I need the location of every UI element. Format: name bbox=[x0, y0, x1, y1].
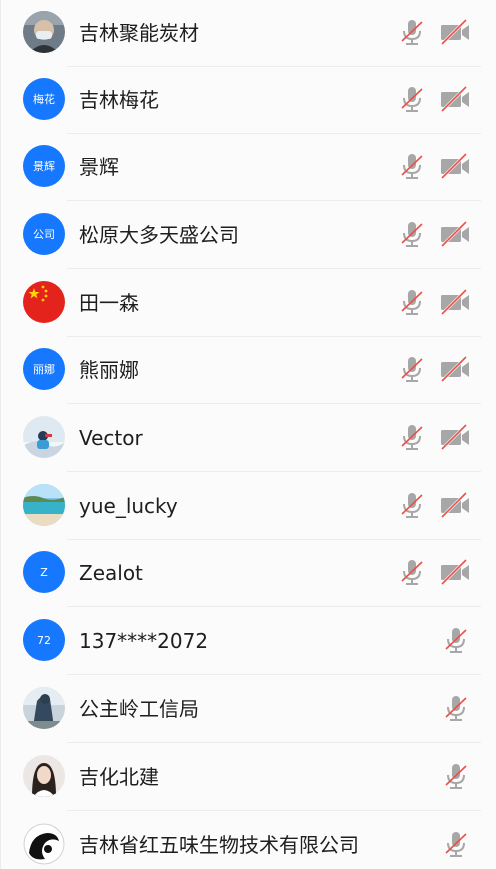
avatar bbox=[23, 416, 65, 458]
participant-name: 吉林聚能炭材 bbox=[79, 21, 199, 45]
participant-name: 田一森 bbox=[79, 291, 139, 315]
participant-list: 吉林聚能炭材 梅花 吉林梅花 景辉 景辉 公司 松原大多天盛公司 田一森 丽娜 … bbox=[0, 0, 496, 869]
participant-row[interactable]: 吉林聚能炭材 bbox=[1, 0, 496, 67]
participant-name: 景辉 bbox=[79, 155, 119, 179]
avatar bbox=[23, 823, 65, 865]
camera-off-icon[interactable] bbox=[439, 354, 471, 384]
participant-name: Zealot bbox=[79, 561, 143, 585]
avatar: 72 bbox=[23, 619, 65, 661]
avatar bbox=[23, 11, 65, 53]
camera-off-icon[interactable] bbox=[439, 84, 471, 114]
mic-muted-icon[interactable] bbox=[441, 625, 471, 655]
participant-row[interactable]: 丽娜 熊丽娜 bbox=[1, 336, 496, 404]
participant-name: yue_lucky bbox=[79, 494, 178, 518]
participant-row[interactable]: 公司 松原大多天盛公司 bbox=[1, 201, 496, 269]
mic-muted-icon[interactable] bbox=[397, 354, 427, 384]
participant-row[interactable]: Vector bbox=[1, 404, 496, 472]
mic-muted-icon[interactable] bbox=[397, 287, 427, 317]
participant-name: 137****2072 bbox=[79, 629, 209, 653]
camera-off-icon[interactable] bbox=[439, 422, 471, 452]
camera-off-icon[interactable] bbox=[439, 557, 471, 587]
participant-row[interactable]: 梅花 吉林梅花 bbox=[1, 66, 496, 134]
avatar bbox=[23, 484, 65, 526]
camera-off-icon[interactable] bbox=[439, 151, 471, 181]
mic-muted-icon[interactable] bbox=[397, 422, 427, 452]
avatar: 景辉 bbox=[23, 145, 65, 187]
participant-row[interactable]: 田一森 bbox=[1, 269, 496, 337]
participant-name: 熊丽娜 bbox=[79, 358, 139, 382]
camera-off-icon[interactable] bbox=[439, 490, 471, 520]
mic-muted-icon[interactable] bbox=[397, 219, 427, 249]
avatar: 丽娜 bbox=[23, 348, 65, 390]
avatar: Z bbox=[23, 551, 65, 593]
camera-off-icon[interactable] bbox=[439, 287, 471, 317]
participant-row[interactable]: yue_lucky bbox=[1, 472, 496, 540]
mic-muted-icon[interactable] bbox=[397, 490, 427, 520]
mic-muted-icon[interactable] bbox=[441, 693, 471, 723]
participant-row[interactable]: 吉化北建 bbox=[1, 743, 496, 811]
participant-name: 吉化北建 bbox=[79, 765, 159, 789]
participant-name: 吉林省红五味生物技术有限公司 bbox=[79, 833, 359, 857]
participant-row[interactable]: 72 137****2072 bbox=[1, 607, 496, 675]
mic-muted-icon[interactable] bbox=[397, 151, 427, 181]
avatar bbox=[23, 281, 65, 323]
avatar bbox=[23, 687, 65, 729]
mic-muted-icon[interactable] bbox=[441, 829, 471, 859]
participant-name: 公主岭工信局 bbox=[79, 697, 199, 721]
mic-muted-icon[interactable] bbox=[397, 84, 427, 114]
avatar: 梅花 bbox=[23, 78, 65, 120]
participant-name: 吉林梅花 bbox=[79, 88, 159, 112]
participant-name: Vector bbox=[79, 426, 143, 450]
camera-off-icon[interactable] bbox=[439, 219, 471, 249]
participant-row[interactable]: 景辉 景辉 bbox=[1, 133, 496, 201]
mic-muted-icon[interactable] bbox=[397, 557, 427, 587]
participant-row[interactable]: 吉林省红五味生物技术有限公司 bbox=[1, 811, 496, 869]
avatar bbox=[23, 755, 65, 797]
participant-row[interactable]: 公主岭工信局 bbox=[1, 675, 496, 743]
camera-off-icon[interactable] bbox=[439, 17, 471, 47]
participant-row[interactable]: Z Zealot bbox=[1, 539, 496, 607]
mic-muted-icon[interactable] bbox=[397, 17, 427, 47]
avatar: 公司 bbox=[23, 213, 65, 255]
participant-name: 松原大多天盛公司 bbox=[79, 223, 239, 247]
mic-muted-icon[interactable] bbox=[441, 761, 471, 791]
